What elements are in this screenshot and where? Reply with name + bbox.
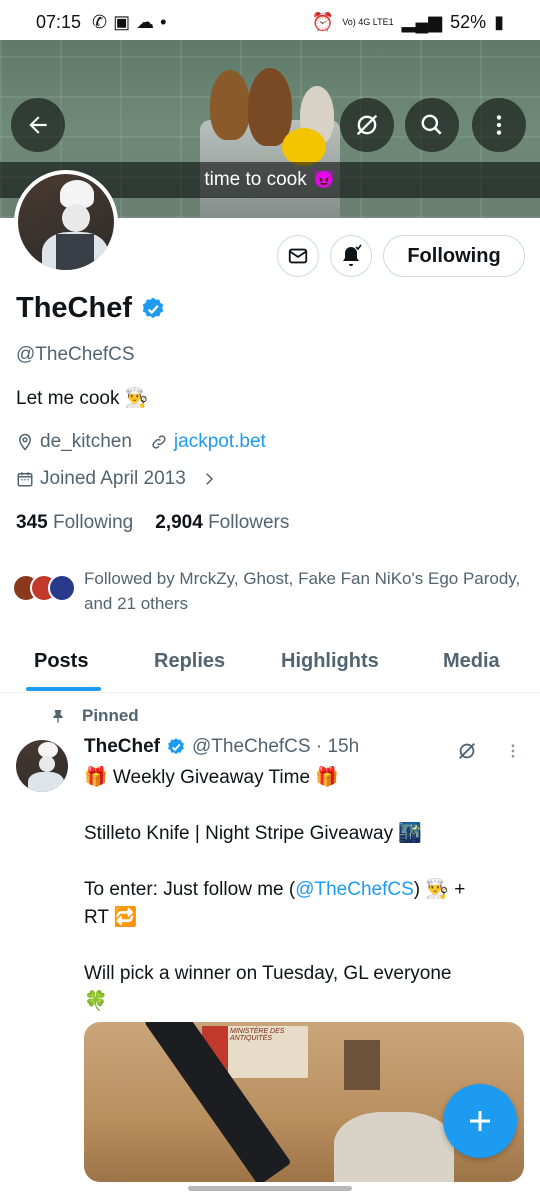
profile-location: de_kitchen [40,431,132,452]
media-window [344,1040,380,1090]
profile-bio: Let me cook 👨‍🍳 [16,388,149,409]
profile-handle: @TheChefCS [16,344,135,365]
tab-highlights[interactable]: Highlights [281,650,379,673]
avatar-face [62,204,90,232]
status-time: 07:15 [36,12,82,32]
avatar[interactable] [14,170,118,274]
verified-badge-icon[interactable] [140,296,166,322]
link-icon [152,435,166,449]
active-tab-indicator [26,687,101,691]
post-avatar-body [28,772,64,792]
search-icon [421,114,442,135]
home-indicator[interactable] [188,1186,352,1191]
post-header: TheChef @TheChefCS · 15h [84,736,359,758]
pinned-label: Pinned [82,706,139,725]
tab-posts[interactable]: Posts [34,650,88,673]
grok-post-icon[interactable] [456,740,478,762]
following-stat[interactable]: 345 Following [16,512,133,534]
grok-icon [356,114,378,136]
arrow-left-icon [29,116,47,134]
post-line-3-suffix: ) 👨‍🍳 + [413,879,466,900]
post-meta: @TheChefCS · 15h [192,736,360,757]
post-mention-link[interactable]: @TheChefCS [295,879,414,900]
post-line-5: Will pick a winner on Tuesday, GL everyo… [84,963,452,984]
back-button[interactable] [11,98,65,152]
whatsapp-icon: ✆ [92,12,108,32]
profile-joined-row[interactable]: Joined April 2013 [16,468,218,490]
chevron-right-icon [206,473,213,485]
post-line-4: RT 🔁 [84,907,138,928]
plus-icon [470,1111,490,1131]
post-line-2: Stilleto Knife | Night Stripe Giveaway 🌃 [84,823,423,844]
following-button[interactable]: Following [383,235,525,277]
display-name: TheChef [16,292,132,324]
status-app-icons: ✆ ▣ ☁ • [92,12,166,33]
location-pin-icon [18,433,32,451]
profile-joined: Joined April 2013 [40,468,186,489]
envelope-icon [288,248,308,264]
post-avatar-face [39,756,55,772]
status-bar: 07:15 ✆ ▣ ☁ • ⏰ Vo) 4G LTE1 ▂▄▆ 52% ▮ [0,0,540,40]
more-options-button[interactable] [472,98,526,152]
hen-1 [210,70,250,140]
profile-tabs: Posts Replies Highlights Media [0,640,540,693]
message-button[interactable] [277,235,319,277]
profile-meta-location-row: de_kitchen jackpot.bet [16,431,266,453]
verified-badge-icon [168,738,184,755]
avatar-vest [56,234,94,270]
profile-website-link[interactable]: jackpot.bet [174,431,266,453]
media-hand [334,1112,454,1182]
gallery-icon: ▣ [113,12,131,32]
following-count: 345 [16,512,48,533]
signal-icon: ▂▄▆ [401,12,443,32]
network-label: Vo) 4G LTE1 [342,17,394,27]
status-right: ⏰ Vo) 4G LTE1 ▂▄▆ 52% ▮ [312,12,504,33]
post-line-3: To enter: Just follow me (@TheChefCS) 👨‍… [84,876,465,904]
grok-button[interactable] [340,98,394,152]
cloud-icon: ☁ [136,12,155,32]
follow-stats: 345 Following 2,904 Followers [16,512,289,534]
post-line-3-prefix: To enter: Just follow me ( [84,879,296,900]
tab-replies[interactable]: Replies [154,650,225,673]
calendar-icon [17,472,33,487]
media-sign-text: MINISTÈRE DES ANTIQUITÉS [230,1028,285,1042]
post-line-6: 🍀 [84,991,108,1012]
rubber-duck [282,128,326,166]
post-more-icon[interactable] [504,742,522,760]
more-vertical-icon [496,115,502,135]
follower-avatar-3 [48,574,76,602]
search-button[interactable] [405,98,459,152]
pin-icon [53,710,63,724]
notifications-button[interactable] [330,235,372,277]
battery-icon: ▮ [494,12,504,32]
compose-post-button[interactable] [443,1084,517,1158]
profile-name-row: TheChef [16,292,166,325]
bell-check-icon [343,244,362,266]
battery-percent: 52% [450,12,487,32]
followed-by-text: Followed by MrckZy, Ghost, Fake Fan NiKo… [84,569,521,613]
alarm-icon: ⏰ [311,12,335,32]
followers-label: Followers [208,512,290,533]
dot-icon: • [160,12,167,32]
post-avatar[interactable] [16,740,68,792]
tab-media[interactable]: Media [443,650,500,673]
hen-2 [248,68,292,146]
post-line-1: 🎁 Weekly Giveaway Time 🎁 [84,767,339,788]
followers-count: 2,904 [155,512,203,533]
followers-stat[interactable]: 2,904 Followers [155,512,289,534]
following-label: Following [52,512,134,533]
post-author[interactable]: TheChef [84,736,160,758]
pinned-label-row: Pinned [50,706,139,726]
